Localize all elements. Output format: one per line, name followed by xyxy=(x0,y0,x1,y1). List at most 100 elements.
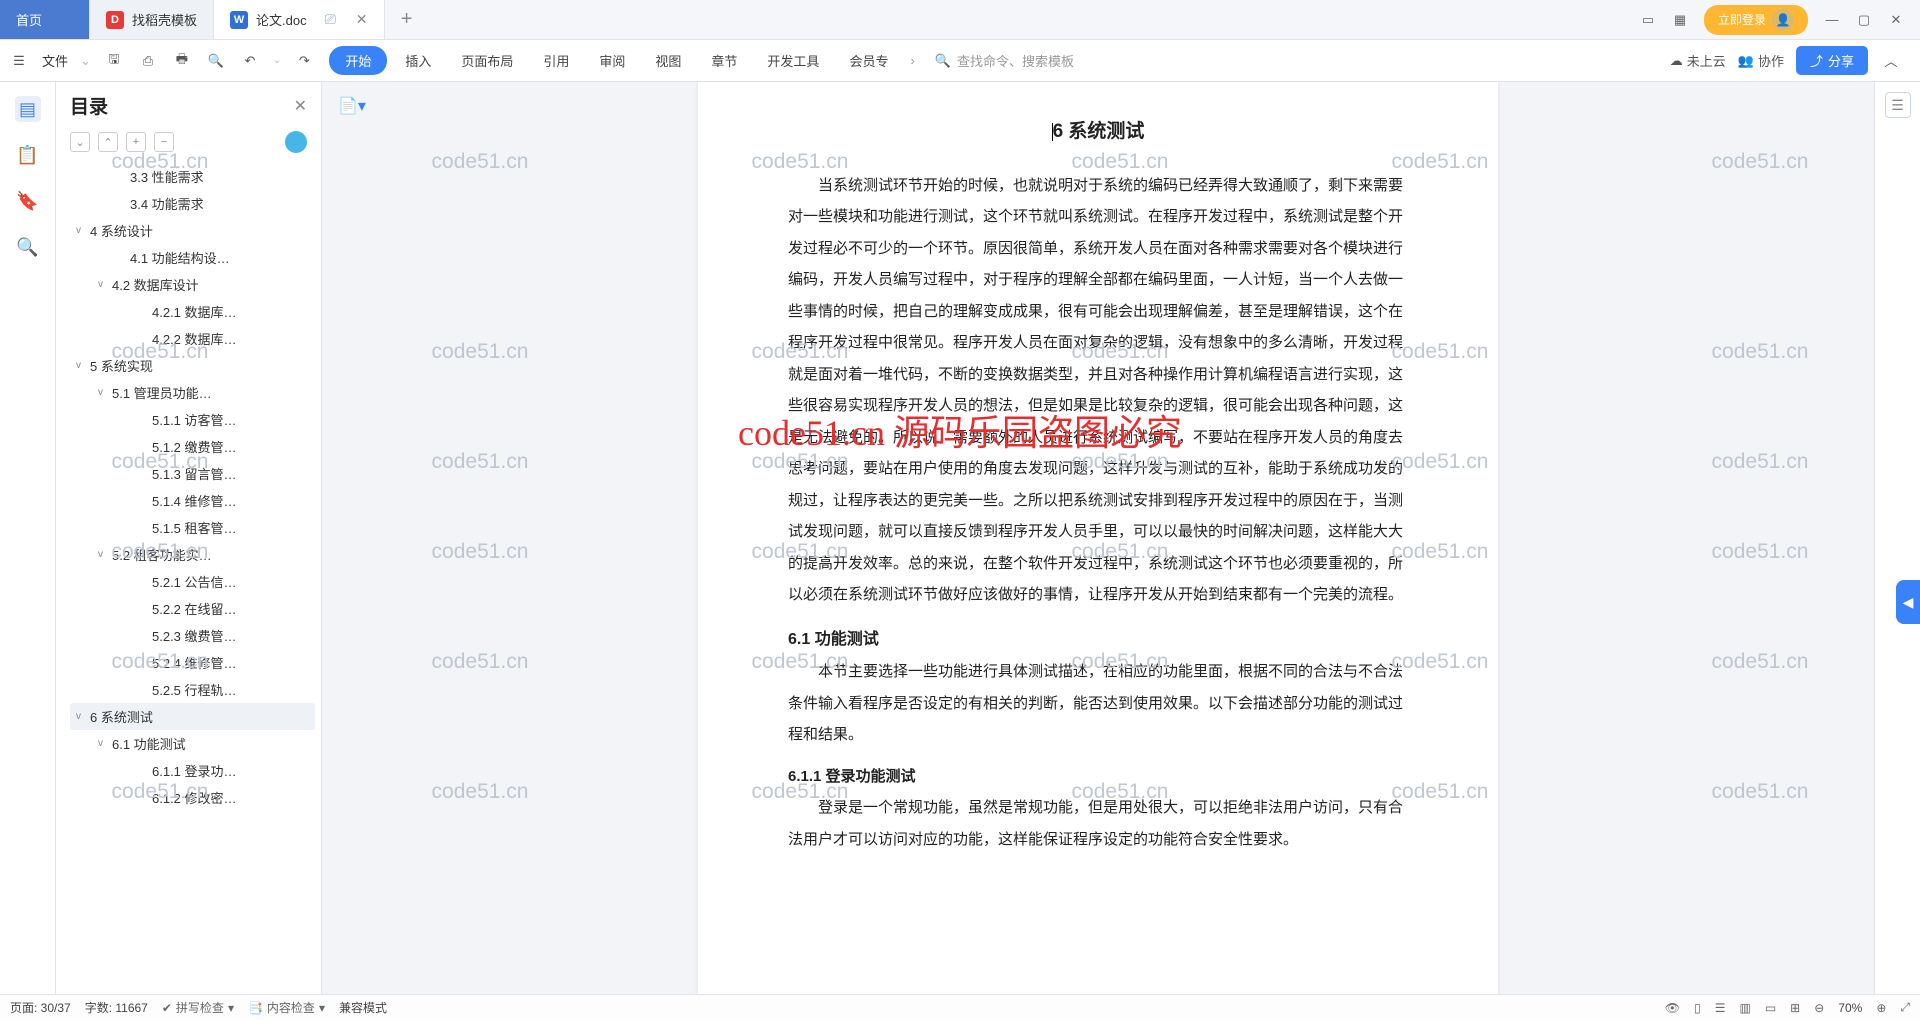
minimize-icon[interactable]: — xyxy=(1824,12,1840,28)
word-doc-icon: W xyxy=(230,11,248,29)
fit-icon[interactable]: ⤢ xyxy=(1900,1000,1910,1015)
collapse-all-icon[interactable]: ⌄ xyxy=(70,132,90,152)
spellcheck[interactable]: ✔拼写检查 ▾ xyxy=(162,999,234,1016)
outline-item[interactable]: 4.2.1 数据库… xyxy=(70,298,315,325)
view-read-icon[interactable]: ▭ xyxy=(1765,1001,1776,1015)
document-page[interactable]: 6 系统测试 当系统测试环节开始的时候，也就说明对于系统的编码已经弄得大致通顺了… xyxy=(698,82,1498,994)
menu-view[interactable]: 视图 xyxy=(643,45,693,76)
view-page-icon[interactable]: ▯ xyxy=(1694,1001,1701,1015)
content-check[interactable]: 📑内容检查 ▾ xyxy=(248,999,325,1016)
outline-item[interactable]: 4.1 功能结构设… xyxy=(70,244,315,271)
file-menu[interactable]: 文件 xyxy=(42,51,68,70)
cloud-icon: ☁ xyxy=(1670,53,1683,69)
menu-icon[interactable]: ☰ xyxy=(8,50,30,72)
expand-all-icon[interactable]: ⌃ xyxy=(98,132,118,152)
heading-6-1-1: 6.1.1 登录功能测试 xyxy=(788,761,1408,793)
tab-home[interactable]: 首页 xyxy=(0,0,90,39)
collab-button[interactable]: 👥协作 xyxy=(1738,51,1784,70)
outline-item[interactable]: 4.2.2 数据库… xyxy=(70,325,315,352)
outline-item[interactable]: 6.1.2 修改密… xyxy=(70,784,315,811)
tab-document[interactable]: W 论文.doc ⎚ ✕ xyxy=(214,0,385,39)
outline-item[interactable]: 5.2.3 缴费管… xyxy=(70,622,315,649)
menu-devtools[interactable]: 开发工具 xyxy=(755,45,831,76)
remove-icon[interactable]: − xyxy=(154,132,174,152)
command-search[interactable]: 🔍查找命令、搜索模板 xyxy=(925,51,1084,70)
outline-item[interactable]: 5.1.1 访客管… xyxy=(70,406,315,433)
share-icon: ⤴ xyxy=(1810,51,1823,70)
outline-item[interactable]: 5.2.5 行程轨… xyxy=(70,676,315,703)
outline-item[interactable]: 5.2.1 公告信… xyxy=(70,568,315,595)
export-icon[interactable]: ⎙ xyxy=(137,50,159,72)
outline-item[interactable]: v6.1 功能测试 xyxy=(70,730,315,757)
collab-icon: 👥 xyxy=(1738,53,1754,69)
page-indicator[interactable]: 页面: 30/37 xyxy=(10,999,71,1016)
compat-mode[interactable]: 兼容模式 xyxy=(339,999,387,1016)
word-count[interactable]: 字数: 11667 xyxy=(85,999,148,1016)
close-window-icon[interactable]: ✕ xyxy=(1888,12,1904,28)
search-icon: 🔍 xyxy=(935,53,951,69)
menu-pagelayout[interactable]: 页面布局 xyxy=(449,45,525,76)
assistant-icon[interactable] xyxy=(285,131,307,153)
close-icon[interactable]: ✕ xyxy=(356,11,368,28)
eye-icon[interactable]: 👁 xyxy=(1665,1001,1680,1015)
outline-item[interactable]: v5.2 租客功能实… xyxy=(70,541,315,568)
chevron-right-icon[interactable]: › xyxy=(906,53,918,68)
presentation-icon[interactable]: ⎚ xyxy=(325,11,336,28)
outline-item[interactable]: v5 系统实现 xyxy=(70,352,315,379)
zoom-out-icon[interactable]: ⊖ xyxy=(1814,1001,1824,1015)
ruler-icon[interactable]: ⊞ xyxy=(1790,1001,1800,1015)
chevron-up-icon[interactable]: ︿ xyxy=(1880,50,1902,72)
menu-insert[interactable]: 插入 xyxy=(393,45,443,76)
preview-icon[interactable]: 🔍 xyxy=(205,50,227,72)
not-uploaded[interactable]: ☁未上云 xyxy=(1670,51,1726,70)
view-outline-icon[interactable]: ☰ xyxy=(1715,1001,1726,1015)
sidebar-close-icon[interactable]: ✕ xyxy=(294,96,307,116)
menu-start[interactable]: 开始 xyxy=(329,46,387,75)
tab-templates[interactable]: D 找稻壳模板 xyxy=(90,0,214,39)
outline-item[interactable]: v5.1 管理员功能… xyxy=(70,379,315,406)
maximize-icon[interactable]: ▢ xyxy=(1856,12,1872,28)
outline-item[interactable]: 5.1.3 留言管… xyxy=(70,460,315,487)
statusbar: 页面: 30/37 字数: 11667 ✔拼写检查 ▾ 📑内容检查 ▾ 兼容模式… xyxy=(0,994,1920,1020)
feedback-tab[interactable]: ◀ xyxy=(1896,580,1920,624)
outline-item[interactable]: 5.2.4 维修管… xyxy=(70,649,315,676)
outline-item[interactable]: 5.1.2 缴费管… xyxy=(70,433,315,460)
view-web-icon[interactable]: ▥ xyxy=(1739,1001,1750,1015)
new-tab-button[interactable]: + xyxy=(385,0,429,39)
menu-member[interactable]: 会员专 xyxy=(837,45,900,76)
paragraph-3: 登录是一个常规功能，虽然是常规功能，但是用处很大，可以拒绝非法用户访问，只有合法… xyxy=(788,792,1408,855)
outline-item[interactable]: v4 系统设计 xyxy=(70,217,315,244)
print-icon[interactable]: 🖶 xyxy=(171,50,193,72)
outline-item[interactable]: 3.4 功能需求 xyxy=(70,190,315,217)
outline-item[interactable]: 3.3 性能需求 xyxy=(70,163,315,190)
login-button[interactable]: 立即登录👤 xyxy=(1704,5,1808,35)
layout-icon[interactable]: ▭ xyxy=(1640,12,1656,28)
bookmark-icon[interactable]: 🔖 xyxy=(15,188,41,214)
menu-review[interactable]: 审阅 xyxy=(587,45,637,76)
clipboard-icon[interactable]: 📋 xyxy=(15,142,41,168)
content-icon: 📑 xyxy=(248,1001,263,1015)
outline-icon[interactable]: ▤ xyxy=(15,96,41,122)
outline-item[interactable]: 6.1.1 登录功… xyxy=(70,757,315,784)
add-icon[interactable]: + xyxy=(126,132,146,152)
outline-item[interactable]: v4.2 数据库设计 xyxy=(70,271,315,298)
avatar-icon: 👤 xyxy=(1772,9,1794,31)
outline-item[interactable]: 5.1.4 维修管… xyxy=(70,487,315,514)
menu-reference[interactable]: 引用 xyxy=(531,45,581,76)
outline-item[interactable]: v6 系统测试 xyxy=(70,703,315,730)
outline-item[interactable]: 5.1.5 租客管… xyxy=(70,514,315,541)
search-rail-icon[interactable]: 🔍 xyxy=(15,234,41,260)
undo-icon[interactable]: ↶ xyxy=(239,50,261,72)
apps-icon[interactable]: ▦ xyxy=(1672,12,1688,28)
save-icon[interactable]: 🖫 xyxy=(103,50,125,72)
doc-indicator-icon[interactable]: 📄▾ xyxy=(338,96,366,116)
right-panel-toggle-icon[interactable]: ☰ xyxy=(1885,92,1911,118)
redo-icon[interactable]: ↷ xyxy=(293,50,315,72)
menu-section[interactable]: 章节 xyxy=(699,45,749,76)
document-area[interactable]: 📄▾ 6 系统测试 当系统测试环节开始的时候，也就说明对于系统的编码已经弄得大致… xyxy=(322,82,1874,994)
share-button[interactable]: ⤴分享 xyxy=(1796,46,1868,75)
outline-item[interactable]: 5.2.2 在线留… xyxy=(70,595,315,622)
zoom-level[interactable]: 70% xyxy=(1838,1001,1862,1015)
zoom-in-icon[interactable]: ⊕ xyxy=(1876,1001,1886,1015)
right-rail: ☰ xyxy=(1874,82,1920,994)
